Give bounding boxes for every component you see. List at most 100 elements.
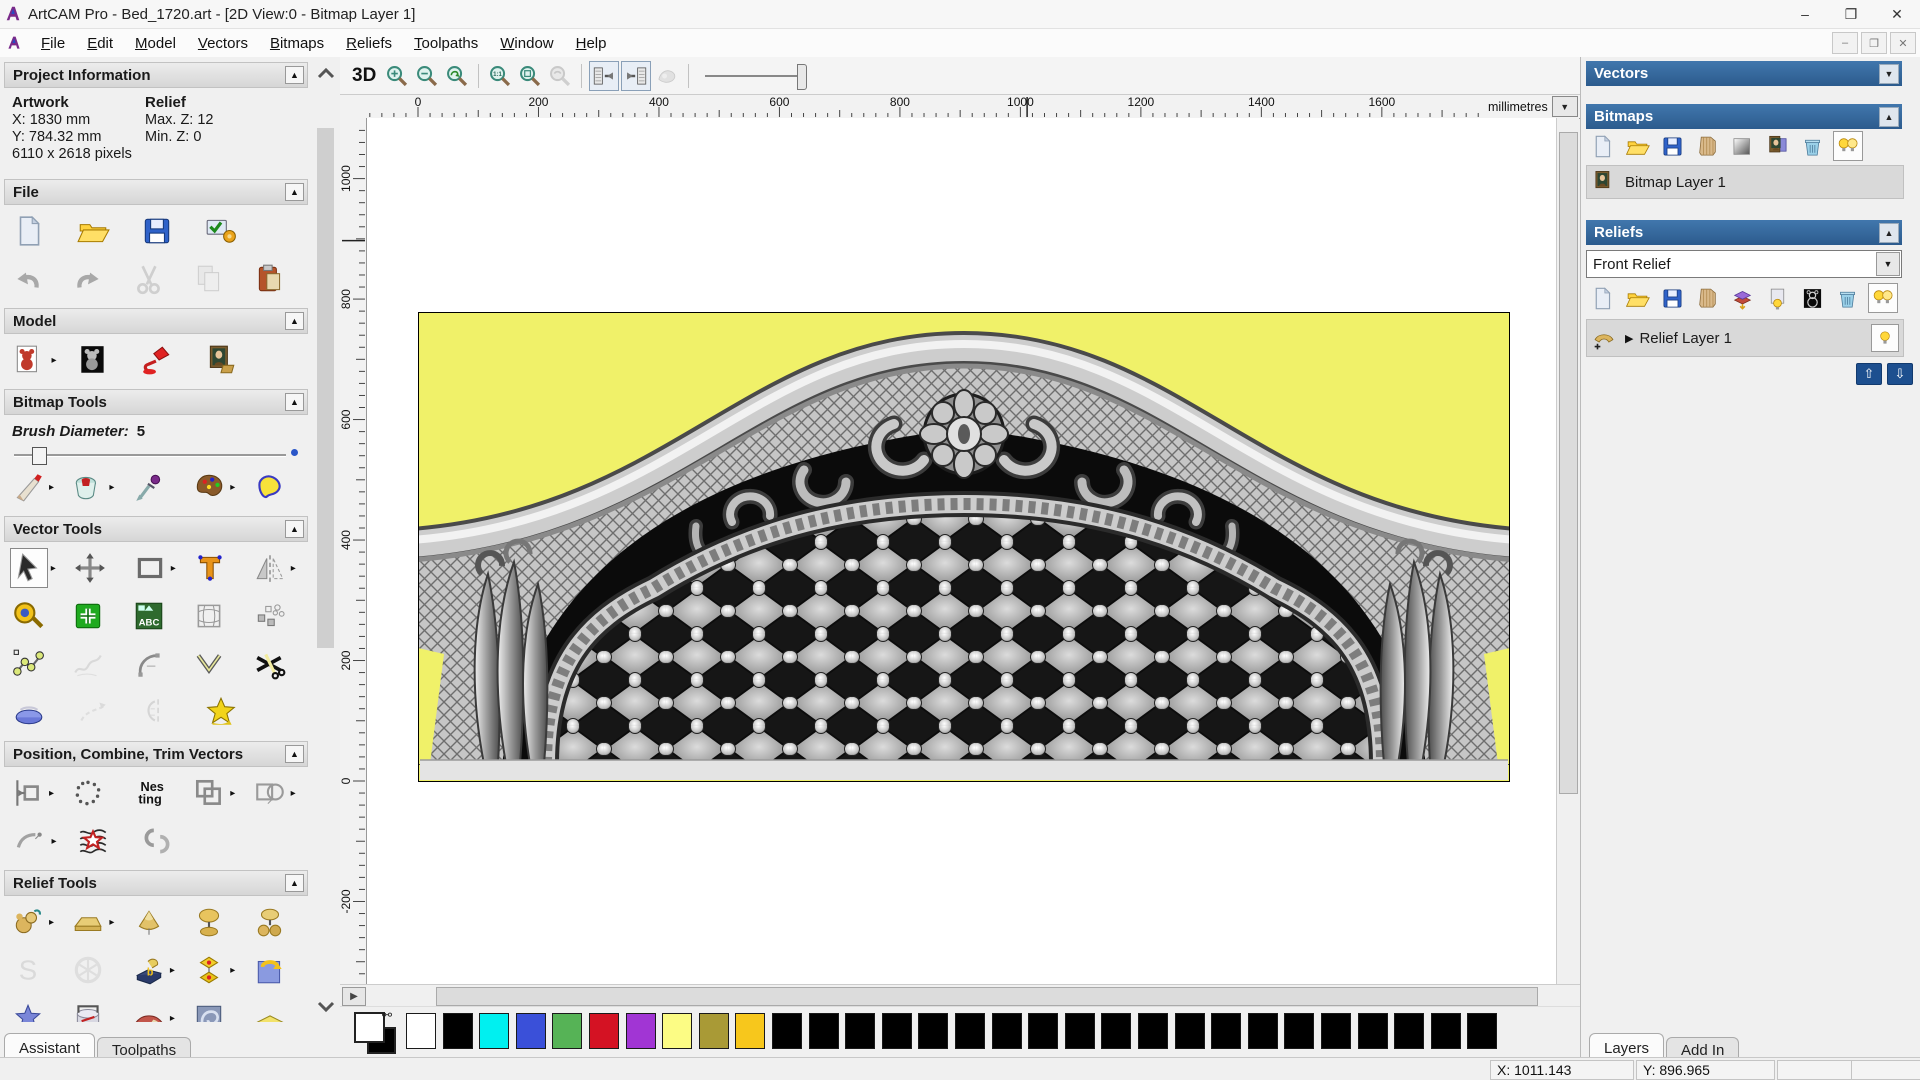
new-bitmap-layer-icon[interactable]: [1588, 132, 1616, 160]
2d-view-canvas[interactable]: [367, 118, 1556, 984]
rollup-button[interactable]: ▲: [285, 183, 304, 201]
dynamic-sculpt-icon[interactable]: [191, 951, 227, 989]
relief-from-image-icon[interactable]: b: [131, 951, 167, 989]
vectors-expand-button[interactable]: ▼: [1879, 64, 1899, 84]
create-text-icon[interactable]: [192, 549, 228, 587]
menu-window[interactable]: Window: [489, 32, 564, 55]
palette-swatch-1[interactable]: [442, 1013, 473, 1049]
flyout-arrow-icon[interactable]: ▸: [227, 965, 238, 976]
save-relief-layer-icon[interactable]: [1658, 284, 1686, 312]
palette-swatch-17[interactable]: [1028, 1013, 1059, 1049]
scroll-down-icon[interactable]: [314, 994, 338, 1018]
select-vectors-icon[interactable]: [10, 548, 48, 588]
view-3d-button[interactable]: 3D: [346, 65, 382, 87]
mdi-close-button[interactable]: ✕: [1890, 32, 1916, 54]
text-panel-icon[interactable]: ABC: [131, 597, 167, 635]
undo-icon[interactable]: [10, 260, 46, 298]
palette-swatch-5[interactable]: [589, 1013, 619, 1049]
measure-tool-icon[interactable]: [10, 597, 46, 635]
palette-swatch-8[interactable]: [698, 1013, 729, 1049]
palette-swatch-11[interactable]: [808, 1013, 839, 1049]
bitmaps-collapse-button[interactable]: ▲: [1879, 107, 1899, 127]
open-file-icon[interactable]: [74, 212, 112, 250]
colour-picker-icon[interactable]: [131, 468, 167, 506]
slider-handle[interactable]: [32, 447, 47, 465]
open-bitmap-layer-icon[interactable]: [1623, 132, 1651, 160]
flyout-arrow-icon[interactable]: ▸: [48, 563, 59, 574]
palette-swatch-27[interactable]: [1394, 1013, 1425, 1049]
palette-swatch-15[interactable]: [955, 1013, 985, 1049]
interlock-vectors-icon[interactable]: [138, 822, 176, 860]
flyout-arrow-icon[interactable]: ▸: [227, 482, 238, 493]
bitmap-to-relief-icon[interactable]: [1763, 132, 1791, 160]
assistant-scrollbar[interactable]: [314, 62, 338, 1018]
palette-swatch-24[interactable]: [1284, 1013, 1315, 1049]
minimize-button[interactable]: –: [1782, 0, 1828, 28]
greyscale-model-icon[interactable]: [74, 341, 112, 379]
subtract-relief-icon[interactable]: [252, 903, 288, 941]
palette-swatch-4[interactable]: [552, 1013, 583, 1049]
cut-vectors-icon[interactable]: [252, 645, 288, 683]
menu-bitmaps[interactable]: Bitmaps: [259, 32, 335, 55]
rollup-button[interactable]: ▲: [285, 393, 304, 411]
slider-handle[interactable]: [797, 63, 808, 90]
brush-diameter-slider[interactable]: [14, 447, 298, 465]
mirror-vectors-icon[interactable]: [252, 549, 288, 587]
bend-relief-icon[interactable]: [131, 999, 167, 1022]
model-properties-icon[interactable]: [202, 212, 240, 250]
create-plane-icon[interactable]: [70, 903, 106, 941]
menu-edit[interactable]: Edit: [76, 32, 124, 55]
flyout-arrow-icon[interactable]: ▸: [46, 917, 57, 928]
combo-dropdown-icon[interactable]: ▼: [1876, 252, 1900, 276]
emboss-relief-icon[interactable]: [191, 999, 227, 1022]
vector-doctor-icon[interactable]: [202, 693, 240, 731]
rollup-button[interactable]: ▲: [285, 520, 304, 538]
palette-swatch-2[interactable]: [479, 1013, 510, 1049]
expander-icon[interactable]: ▶: [1625, 332, 1633, 345]
node-editing-icon[interactable]: [10, 645, 46, 683]
nesting-icon[interactable]: Nes ting: [131, 774, 167, 812]
palette-swatch-22[interactable]: [1211, 1013, 1242, 1049]
offset-relief-icon[interactable]: [252, 951, 288, 989]
clipart-library-icon[interactable]: [1693, 132, 1721, 160]
join-vectors-icon[interactable]: [10, 822, 48, 860]
weld-vectors-icon[interactable]: [252, 774, 288, 812]
zoom-out-icon[interactable]: [413, 62, 441, 90]
rollup-button[interactable]: ▲: [285, 66, 304, 84]
flyout-arrow-icon[interactable]: ▸: [48, 355, 60, 366]
rollup-button[interactable]: ▲: [285, 312, 304, 330]
offset-vectors-icon[interactable]: [10, 693, 48, 731]
hscroll-thumb[interactable]: [436, 987, 1538, 1006]
palette-swatch-20[interactable]: [1138, 1013, 1168, 1049]
align-vectors-icon[interactable]: [10, 774, 46, 812]
menu-help[interactable]: Help: [565, 32, 618, 55]
distort-grid-icon[interactable]: [191, 597, 227, 635]
greyscale-bitmap-icon[interactable]: [1728, 132, 1756, 160]
flyout-arrow-icon[interactable]: ▸: [227, 788, 238, 799]
palette-swatch-14[interactable]: [918, 1013, 949, 1049]
copy-array-icon[interactable]: [252, 597, 288, 635]
texture-relief-icon[interactable]: [10, 999, 46, 1022]
vertical-scrollbar[interactable]: [1556, 118, 1579, 984]
distort-vectors-icon[interactable]: [74, 822, 112, 860]
unwrap-relief-icon[interactable]: [70, 999, 106, 1022]
transform-vectors-icon[interactable]: [72, 549, 108, 587]
calculate-relief-icon[interactable]: [10, 903, 46, 941]
zoom-in-icon[interactable]: [383, 62, 411, 90]
save-file-icon[interactable]: [138, 212, 176, 250]
greyscale-contrast-slider[interactable]: [705, 63, 810, 90]
redo-icon[interactable]: [70, 260, 106, 298]
close-button[interactable]: ✕: [1874, 0, 1920, 28]
paint-tool-icon[interactable]: [10, 468, 46, 506]
save-bitmap-layer-icon[interactable]: [1658, 132, 1686, 160]
menu-toolpaths[interactable]: Toolpaths: [403, 32, 489, 55]
zoom-1to1-icon[interactable]: 1:1: [486, 62, 514, 90]
set-model-size-icon[interactable]: [10, 341, 48, 379]
relief-set-combobox[interactable]: Front Relief ▼: [1586, 250, 1902, 278]
zoom-previous-icon[interactable]: [443, 62, 471, 90]
relief-layer-row[interactable]: ▶ Relief Layer 1: [1586, 319, 1904, 357]
text-on-curve-icon[interactable]: [70, 774, 106, 812]
create-rectangle-icon[interactable]: [132, 549, 168, 587]
units-dropdown-button[interactable]: ▼: [1551, 96, 1578, 117]
fit-arcs-icon[interactable]: [131, 645, 167, 683]
